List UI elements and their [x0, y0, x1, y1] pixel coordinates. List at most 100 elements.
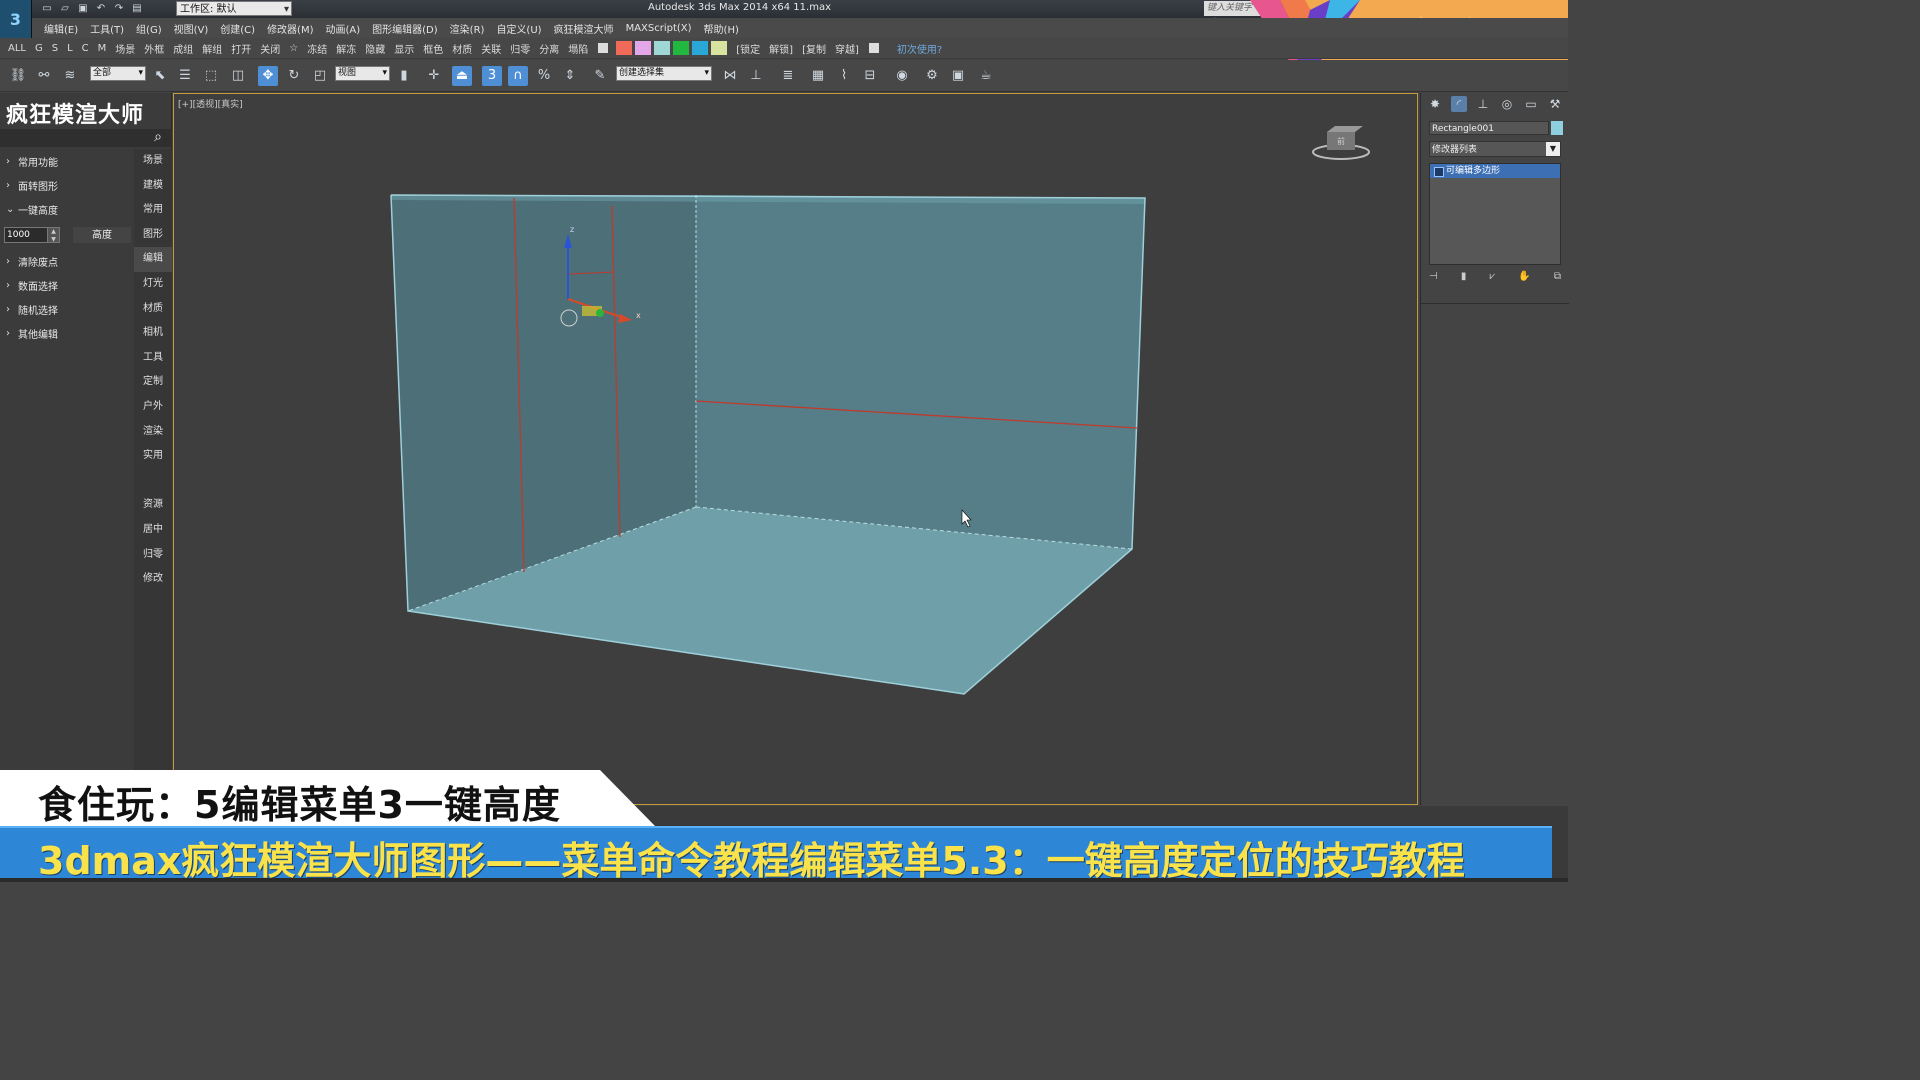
plugin-show[interactable]: 显示 [394, 41, 414, 56]
plugin-filter-l[interactable]: L [67, 43, 73, 54]
tab-shape[interactable]: 图形 [134, 223, 172, 248]
select-by-name-icon[interactable]: ☰ [175, 66, 195, 86]
named-selection-set-dropdown[interactable]: 创建选择集 ▾ [616, 66, 712, 81]
spinner-snap-icon[interactable]: ⇕ [560, 66, 580, 86]
curve-editor-icon[interactable]: ⌇ [834, 66, 854, 86]
plugin-lock[interactable]: [锁定 [736, 41, 760, 56]
search-icon[interactable]: ⌕ [154, 129, 162, 145]
selection-filter-dropdown[interactable]: 全部 ▾ [90, 66, 146, 81]
tab-outdoor[interactable]: 户外 [134, 395, 172, 420]
configure-modifier-sets-icon[interactable]: ⧉ [1554, 271, 1561, 282]
window-crossing-icon[interactable]: ◫ [228, 66, 248, 86]
render-production-icon[interactable]: ☕ [976, 66, 996, 86]
schematic-view-icon[interactable]: ⊟ [860, 66, 880, 86]
plugin-outline[interactable]: 外框 [144, 41, 164, 56]
graphite-tools-icon[interactable]: ▦ [808, 66, 828, 86]
select-manipulate-icon[interactable]: ✛ [424, 66, 444, 86]
color-swatch-red[interactable] [616, 41, 633, 55]
list-item-face-to-shape[interactable]: › 面转图形 [0, 173, 133, 197]
plugin-link[interactable]: 关联 [481, 41, 501, 56]
menu-animation[interactable]: 动画(A) [326, 21, 361, 36]
menu-plugin[interactable]: 疯狂模渲大师 [554, 21, 614, 36]
tab-camera[interactable]: 相机 [134, 321, 172, 346]
plugin-open[interactable]: 打开 [231, 41, 251, 56]
material-editor-icon[interactable]: ◉ [892, 66, 912, 86]
mirror-icon[interactable]: ⋈ [720, 66, 740, 86]
plugin-scene[interactable]: 场景 [115, 41, 135, 56]
display-tab-icon[interactable]: ▭ [1523, 96, 1539, 112]
plugin-ungroup[interactable]: 解组 [202, 41, 222, 56]
snaps-toggle-icon[interactable]: 3 [482, 66, 502, 86]
list-item-clear-waste-points[interactable]: › 清除废点 [0, 249, 133, 273]
new-file-icon[interactable]: ▭ [40, 2, 54, 15]
save-icon[interactable]: ▣ [76, 2, 90, 15]
object-name-field[interactable]: Rectangle001 [1429, 121, 1549, 135]
list-item-random-select[interactable]: › 随机选择 [0, 297, 133, 321]
plugin-material[interactable]: 材质 [452, 41, 472, 56]
pivot-center-icon[interactable]: ▮ [394, 66, 414, 86]
menu-customize[interactable]: 自定义(U) [496, 21, 541, 36]
list-item-count-face-select[interactable]: › 数面选择 [0, 273, 133, 297]
rotate-icon[interactable]: ↻ [284, 66, 304, 86]
menu-tools[interactable]: 工具(T) [90, 21, 124, 36]
plugin-filter-m[interactable]: M [98, 43, 107, 54]
layer-manager-icon[interactable]: ≣ [778, 66, 798, 86]
height-value-input[interactable]: 1000 [4, 227, 48, 243]
color-swatch-blue[interactable] [692, 41, 709, 55]
utilities-tab-icon[interactable]: ⚒ [1547, 96, 1563, 112]
plugin-filter-s[interactable]: S [52, 43, 58, 54]
reference-coordinate-dropdown[interactable]: 视图 ▾ [335, 66, 390, 81]
hierarchy-tab-icon[interactable]: ⊥ [1475, 96, 1491, 112]
menu-graph-editors[interactable]: 图形编辑器(D) [372, 21, 438, 36]
tab-tools[interactable]: 工具 [134, 346, 172, 371]
tab-common[interactable]: 常用 [134, 198, 172, 223]
tab-zero[interactable]: 归零 [134, 543, 172, 568]
plugin-filter-all[interactable]: ALL [8, 43, 26, 54]
plugin-hide[interactable]: 隐藏 [365, 41, 385, 56]
modifier-stack-item[interactable]: 可编辑多边形 [1430, 164, 1560, 178]
create-tab-icon[interactable]: ✸ [1427, 96, 1443, 112]
open-file-icon[interactable]: ▱ [58, 2, 72, 15]
tab-render[interactable]: 渲染 [134, 420, 172, 445]
tab-materials[interactable]: 材质 [134, 297, 172, 322]
plugin-close[interactable]: 关闭 [260, 41, 280, 56]
tab-center[interactable]: 居中 [134, 518, 172, 543]
color-swatch-green[interactable] [673, 41, 690, 55]
bind-space-warp-icon[interactable]: ≋ [60, 66, 80, 86]
perspective-viewport[interactable]: [+][透视][真实] z x 前 [173, 93, 1418, 805]
list-item-one-key-height[interactable]: ⌄ 一键高度 [0, 197, 133, 221]
pin-stack-icon[interactable]: ⊣ [1429, 271, 1438, 282]
modify-tab-icon[interactable]: ◜ [1451, 96, 1467, 112]
project-folder-icon[interactable]: ▤ [130, 2, 144, 15]
viewcube-icon[interactable]: 前 [1311, 124, 1371, 164]
plugin-detach[interactable]: 分离 [539, 41, 559, 56]
redo-icon[interactable]: ↷ [112, 2, 126, 15]
tab-scene[interactable]: 场景 [134, 149, 172, 174]
plugin-frame-color[interactable]: 框色 [423, 41, 443, 56]
plugin-help-link[interactable]: 初次使用? [897, 41, 942, 56]
plugin-square2-icon[interactable] [868, 43, 879, 53]
app-logo-icon[interactable]: 3 [0, 0, 32, 38]
scale-icon[interactable]: ◰ [310, 66, 330, 86]
plugin-group[interactable]: 成组 [173, 41, 193, 56]
plugin-search-bar[interactable]: ⌕ [0, 129, 172, 147]
plugin-unlock[interactable]: 解锁] [769, 41, 793, 56]
link-icon[interactable]: ⛓ [8, 66, 28, 86]
angle-snap-icon[interactable]: ∩ [508, 66, 528, 86]
plugin-copy[interactable]: [复制 [802, 41, 826, 56]
tab-lights[interactable]: 灯光 [134, 272, 172, 297]
plugin-pass[interactable]: 穿越] [835, 41, 859, 56]
menu-create[interactable]: 创建(C) [220, 21, 255, 36]
color-swatch-cyan[interactable] [654, 41, 671, 55]
remove-modifier-icon[interactable]: ✋ [1518, 271, 1530, 282]
rect-selection-icon[interactable]: ⬚ [201, 66, 221, 86]
menu-group[interactable]: 组(G) [136, 21, 162, 36]
list-item-common-functions[interactable]: › 常用功能 [0, 149, 133, 173]
menu-maxscript[interactable]: MAXScript(X) [626, 23, 692, 34]
plugin-star[interactable]: ☆ [289, 43, 298, 54]
render-setup-icon[interactable]: ⚙ [922, 66, 942, 86]
plugin-unfreeze[interactable]: 解冻 [336, 41, 356, 56]
move-icon[interactable]: ✥ [258, 66, 278, 86]
object-color-swatch[interactable] [1551, 121, 1563, 135]
color-swatch-yellow[interactable] [711, 41, 728, 55]
